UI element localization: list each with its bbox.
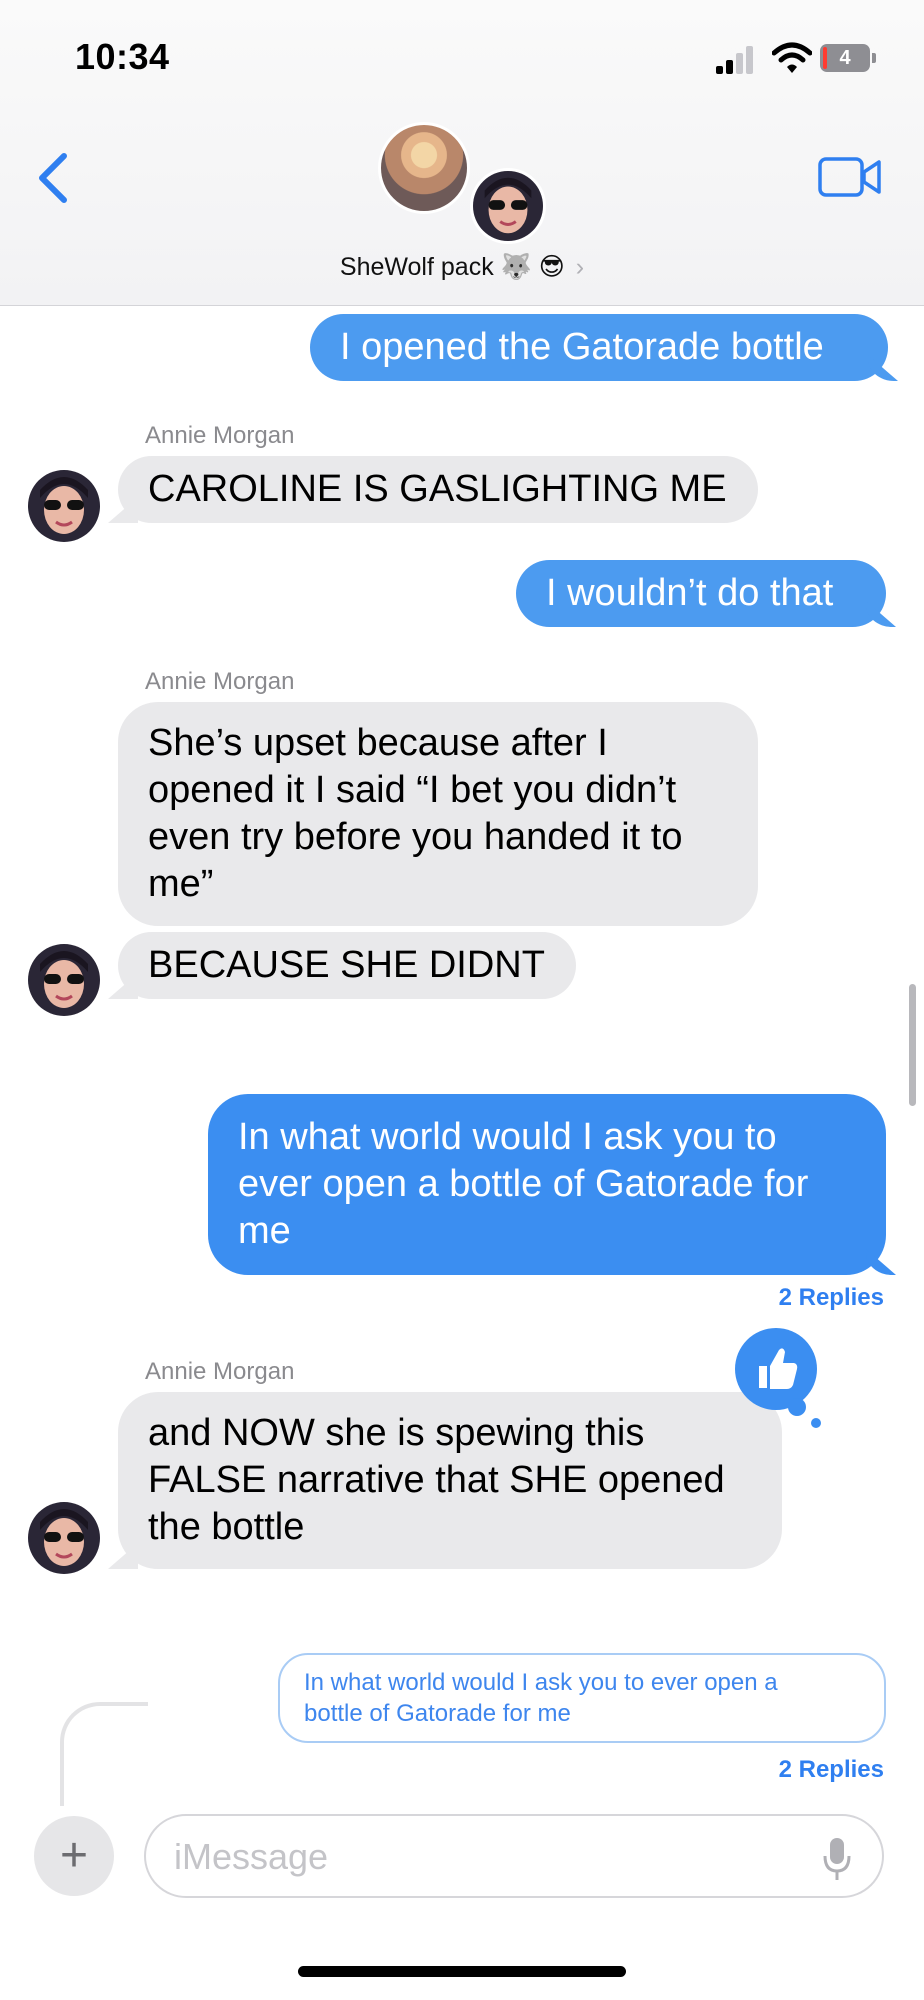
message-line: FALSE narrative that SHE opened [148, 1459, 725, 1501]
tapback-reaction[interactable] [735, 1328, 817, 1410]
message-line: even try before you handed it to [148, 816, 683, 858]
battery-percentage: 4 [839, 47, 851, 69]
outgoing-message[interactable]: I opened the Gatorade bottle [310, 314, 888, 381]
chevron-right-icon: › [575, 253, 585, 281]
thumbs-up-icon [759, 1348, 798, 1389]
avatar-face-icon [28, 470, 100, 542]
avatar-face-icon [28, 1502, 100, 1574]
apps-plus-button[interactable]: + [34, 1816, 114, 1896]
sender-name: Annie Morgan [145, 668, 295, 695]
avatar-face-icon [473, 171, 543, 241]
outgoing-message[interactable]: I wouldn’t do that [516, 560, 886, 627]
message-line: ever open a bottle of Gatorade for [238, 1163, 809, 1205]
outgoing-message[interactable]: In what world would I ask you to ever op… [208, 1094, 886, 1275]
avatar-face-icon [28, 944, 100, 1016]
group-member-avatar[interactable] [378, 122, 470, 214]
message-line: me” [148, 863, 214, 905]
group-name[interactable]: SheWolf pack 🐺 😎 › [0, 252, 924, 282]
home-indicator[interactable] [298, 1966, 626, 1977]
message-line: and NOW she is spewing this [148, 1412, 645, 1454]
sender-avatar[interactable] [28, 1502, 100, 1574]
incoming-message[interactable]: and NOW she is spewing this FALSE narrat… [118, 1392, 782, 1569]
status-bar: 10:34 4 [0, 0, 924, 110]
scrollbar[interactable] [909, 984, 916, 1106]
reaction-tail [788, 1398, 806, 1416]
sender-avatar[interactable] [28, 944, 100, 1016]
group-member-avatar[interactable] [470, 168, 546, 244]
group-emoji: 🐺 😎 [500, 253, 565, 281]
incoming-message[interactable]: BECAUSE SHE DIDNT [118, 932, 576, 999]
message-line: opened it I said “I bet you didn’t [148, 769, 677, 811]
quoted-line: bottle of Gatorade for me [304, 1700, 571, 1727]
reaction-tail [811, 1418, 821, 1428]
microphone-icon[interactable] [822, 1836, 852, 1882]
video-call-icon[interactable] [818, 156, 882, 198]
group-name-text: SheWolf pack [339, 253, 494, 281]
sender-avatar[interactable] [28, 470, 100, 542]
cellular-signal-icon [716, 46, 753, 74]
quoted-line: In what world would I ask you to ever op… [304, 1669, 778, 1696]
incoming-message[interactable]: CAROLINE IS GASLIGHTING ME [118, 456, 758, 523]
incoming-message[interactable]: She’s upset because after I opened it I … [118, 702, 758, 926]
message-input[interactable]: iMessage [144, 1814, 884, 1898]
sender-name: Annie Morgan [145, 1358, 295, 1385]
message-line: me [238, 1210, 291, 1252]
clock: 10:34 [75, 36, 170, 77]
thread-connector [60, 1702, 148, 1806]
message-input-placeholder: iMessage [174, 1836, 329, 1877]
message-line: In what world would I ask you to [238, 1116, 777, 1158]
message-line: the bottle [148, 1506, 305, 1548]
plus-icon: + [59, 1829, 89, 1882]
back-chevron-icon[interactable] [34, 150, 74, 206]
sender-name: Annie Morgan [145, 422, 295, 449]
replies-link[interactable]: 2 Replies [779, 1756, 884, 1784]
message-line: She’s upset because after I [148, 722, 608, 764]
quoted-message[interactable]: In what world would I ask you to ever op… [278, 1653, 886, 1743]
battery-icon: 4 [820, 44, 878, 72]
wifi-icon [772, 42, 812, 73]
replies-link[interactable]: 2 Replies [779, 1284, 884, 1312]
